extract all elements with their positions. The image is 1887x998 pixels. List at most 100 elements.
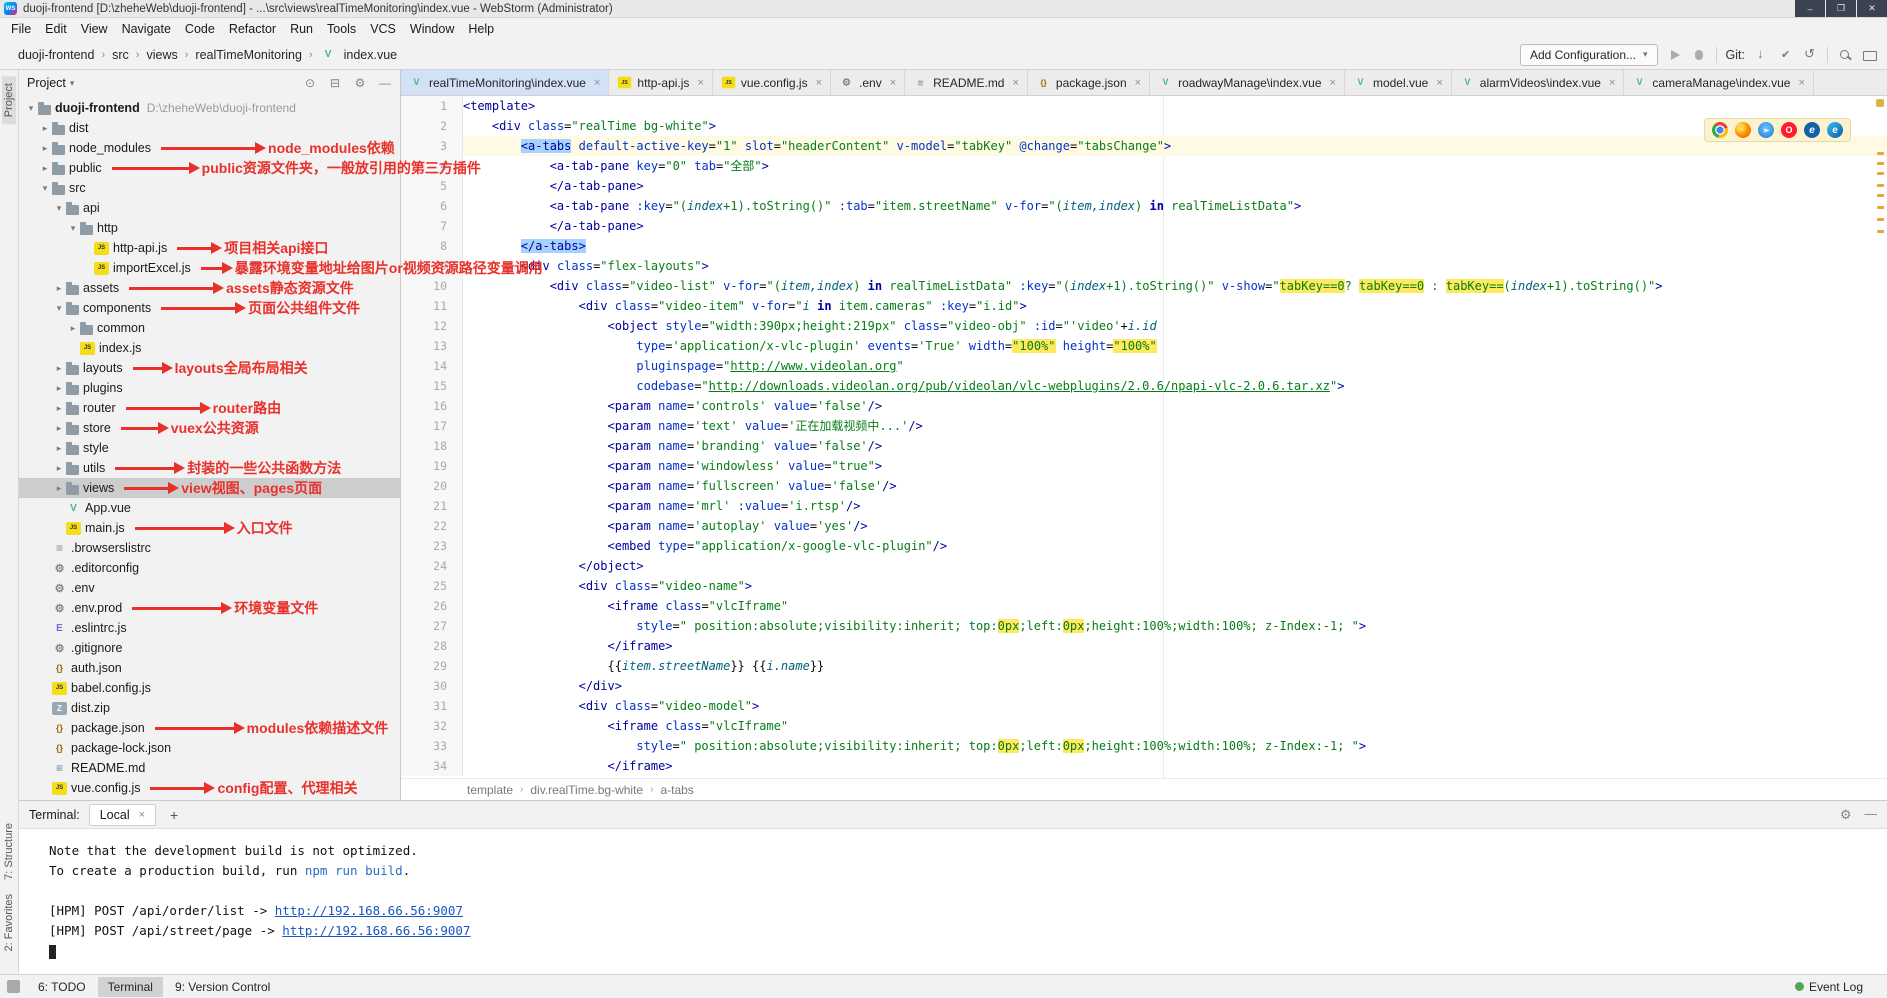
settings-icon[interactable] xyxy=(1840,807,1852,823)
tree-item-main-js[interactable]: main.js入口文件 xyxy=(19,518,400,538)
new-terminal-tab-button[interactable]: + xyxy=(165,807,183,823)
code-area[interactable]: 1<template>2 <div class="realTime bg-whi… xyxy=(401,96,1887,778)
tree-item-auth-json[interactable]: auth.json xyxy=(19,658,400,678)
tool-stripe-7-structure[interactable]: 7: Structure xyxy=(2,816,16,887)
window-minimize-button[interactable]: – xyxy=(1795,0,1825,17)
tree-item-views[interactable]: viewsview视图、pages页面 xyxy=(19,478,400,498)
chevron-collapsed-icon[interactable] xyxy=(67,323,79,334)
edge-icon[interactable] xyxy=(1827,122,1843,138)
editor-tab-package-json[interactable]: package.json× xyxy=(1028,70,1150,95)
tree-item-api[interactable]: api xyxy=(19,198,400,218)
terminal-tab-local[interactable]: Local× xyxy=(89,804,156,826)
tab-close-icon[interactable]: × xyxy=(1012,77,1018,89)
editor-breadcrumb-div-realtime-bg-white[interactable]: div.realTime.bg-white xyxy=(530,783,643,797)
terminal-link[interactable]: http://192.168.66.56:9007 xyxy=(282,923,470,938)
project-panel-title[interactable]: Project xyxy=(27,76,66,90)
collapse-all-icon[interactable] xyxy=(328,76,342,90)
tool-stripe-project[interactable]: Project xyxy=(2,76,16,124)
menu-run[interactable]: Run xyxy=(283,20,320,38)
tab-close-icon[interactable]: × xyxy=(139,809,145,821)
editor-tab-cameramanage-index-vue[interactable]: cameraManage\index.vue× xyxy=(1624,70,1814,95)
tree-item-browserslistrc[interactable]: .browserslistrc xyxy=(19,538,400,558)
breadcrumb-item-views[interactable]: views xyxy=(144,46,179,64)
chevron-collapsed-icon[interactable] xyxy=(53,403,65,414)
menu-help[interactable]: Help xyxy=(461,20,501,38)
menu-window[interactable]: Window xyxy=(403,20,461,38)
tree-item-babel-config-js[interactable]: babel.config.js xyxy=(19,678,400,698)
chevron-collapsed-icon[interactable] xyxy=(53,483,65,494)
menu-refactor[interactable]: Refactor xyxy=(222,20,283,38)
tab-close-icon[interactable]: × xyxy=(1609,77,1615,89)
chevron-collapsed-icon[interactable] xyxy=(53,283,65,294)
chevron-collapsed-icon[interactable] xyxy=(53,423,65,434)
editor-tab-http-api-js[interactable]: http-api.js× xyxy=(609,70,712,95)
tree-item-app-vue[interactable]: App.vue xyxy=(19,498,400,518)
opera-icon[interactable] xyxy=(1781,122,1797,138)
breadcrumb-item-duoji-frontend[interactable]: duoji-frontend xyxy=(16,46,96,64)
tab-close-icon[interactable]: × xyxy=(697,77,703,89)
chevron-expanded-icon[interactable] xyxy=(39,183,51,194)
tree-item-public[interactable]: publicpublic资源文件夹，一般放引用的第三方插件 xyxy=(19,158,400,178)
locate-icon[interactable] xyxy=(303,76,317,90)
menu-tools[interactable]: Tools xyxy=(320,20,363,38)
editor-tab-roadwaymanage-index-vue[interactable]: roadwayManage\index.vue× xyxy=(1150,70,1345,95)
breadcrumb-item-realtimemonitoring[interactable]: realTimeMonitoring xyxy=(193,46,304,64)
tree-item-style[interactable]: style xyxy=(19,438,400,458)
chrome-icon[interactable] xyxy=(1712,122,1728,138)
editor-breadcrumb-template[interactable]: template xyxy=(467,783,513,797)
tree-item-assets[interactable]: assetsassets静态资源文件 xyxy=(19,278,400,298)
chevron-expanded-icon[interactable] xyxy=(25,103,37,114)
tree-item-env-prod[interactable]: .env.prod环境变量文件 xyxy=(19,598,400,618)
tree-item-package-lock-json[interactable]: package-lock.json xyxy=(19,738,400,758)
firefox-icon[interactable] xyxy=(1735,122,1751,138)
chevron-collapsed-icon[interactable] xyxy=(39,143,51,154)
chevron-expanded-icon[interactable] xyxy=(67,223,79,234)
add-configuration-button[interactable]: Add Configuration... ▾ xyxy=(1520,44,1658,66)
chevron-collapsed-icon[interactable] xyxy=(53,383,65,394)
tree-item-src[interactable]: src xyxy=(19,178,400,198)
tree-item-http[interactable]: http xyxy=(19,218,400,238)
menu-code[interactable]: Code xyxy=(178,20,222,38)
editor-tab-model-vue[interactable]: model.vue× xyxy=(1345,70,1452,95)
tab-close-icon[interactable]: × xyxy=(816,77,822,89)
tab-close-icon[interactable]: × xyxy=(1330,77,1336,89)
editor-breadcrumb-a-tabs[interactable]: a-tabs xyxy=(660,783,693,797)
window-close-button[interactable]: ✕ xyxy=(1857,0,1887,17)
editor-body[interactable]: 1<template>2 <div class="realTime bg-whi… xyxy=(401,96,1887,778)
tree-item-gitignore[interactable]: .gitignore xyxy=(19,638,400,658)
menu-navigate[interactable]: Navigate xyxy=(115,20,178,38)
chevron-expanded-icon[interactable] xyxy=(53,303,65,314)
tab-close-icon[interactable]: × xyxy=(1798,77,1804,89)
debug-icon[interactable] xyxy=(1691,47,1707,63)
tab-close-icon[interactable]: × xyxy=(1436,77,1442,89)
status-6-todo[interactable]: 6: TODO xyxy=(28,977,96,997)
tree-item-index-js[interactable]: index.js xyxy=(19,338,400,358)
tool-stripe-2-favorites[interactable]: 2: Favorites xyxy=(2,887,16,958)
chevron-collapsed-icon[interactable] xyxy=(53,463,65,474)
breadcrumb-item-index-vue[interactable]: index.vue xyxy=(318,46,400,64)
tree-item-common[interactable]: common xyxy=(19,318,400,338)
tab-close-icon[interactable]: × xyxy=(1135,77,1141,89)
tree-item-plugins[interactable]: plugins xyxy=(19,378,400,398)
menu-view[interactable]: View xyxy=(74,20,115,38)
tree-item-package-json[interactable]: package.jsonmodules依赖描述文件 xyxy=(19,718,400,738)
search-icon[interactable] xyxy=(1837,47,1853,63)
minimize-icon[interactable] xyxy=(1865,807,1878,823)
status-terminal[interactable]: Terminal xyxy=(98,977,163,997)
chevron-collapsed-icon[interactable] xyxy=(39,123,51,134)
menu-vcs[interactable]: VCS xyxy=(363,20,403,38)
chevron-expanded-icon[interactable] xyxy=(53,203,65,214)
terminal-link[interactable]: http://192.168.66.56:9007 xyxy=(275,903,463,918)
tree-item-editorconfig[interactable]: .editorconfig xyxy=(19,558,400,578)
run-icon[interactable] xyxy=(1667,47,1683,63)
breadcrumb-item-src[interactable]: src xyxy=(110,46,131,64)
inspection-indicator-icon[interactable] xyxy=(1876,99,1884,107)
chevron-collapsed-icon[interactable] xyxy=(53,443,65,454)
tree-item-components[interactable]: components页面公共组件文件 xyxy=(19,298,400,318)
tree-item-http-api-js[interactable]: http-api.js项目相关api接口 xyxy=(19,238,400,258)
chevron-down-icon[interactable]: ▾ xyxy=(70,78,75,89)
screen-icon[interactable] xyxy=(1861,47,1877,63)
menu-edit[interactable]: Edit xyxy=(38,20,74,38)
safari-icon[interactable] xyxy=(1758,122,1774,138)
editor-tab-env[interactable]: .env× xyxy=(831,70,905,95)
